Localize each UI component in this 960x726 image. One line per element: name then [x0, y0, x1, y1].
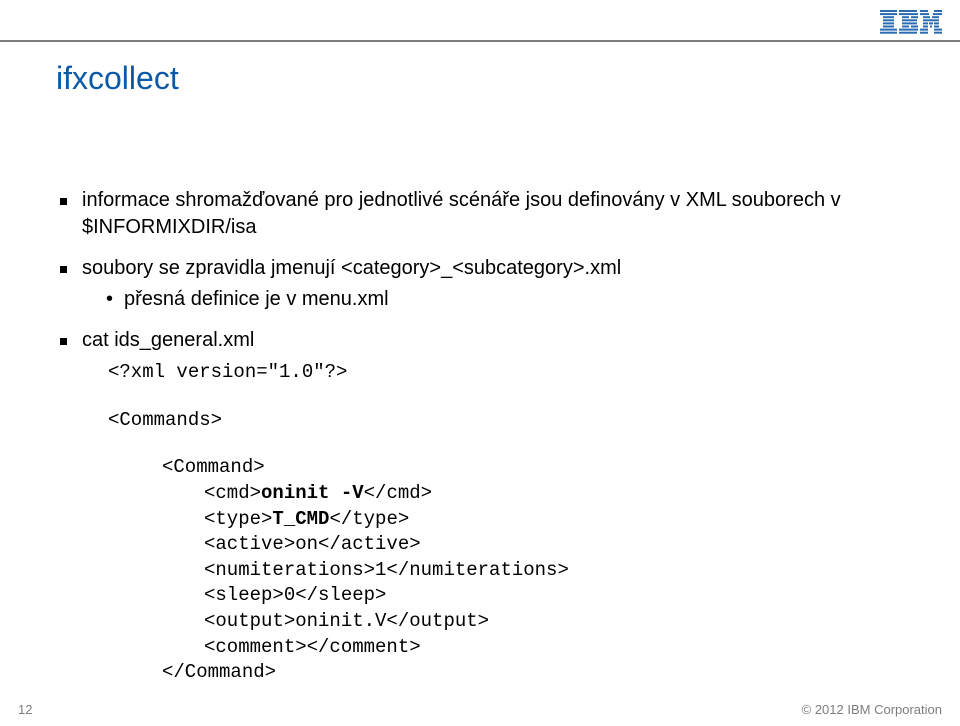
bullet-item: soubory se zpravidla jmenují <category>_… — [60, 255, 904, 313]
bullet-item: informace shromažďované pro jednotlivé s… — [60, 187, 904, 241]
code-line: <cmd>oninit -V</cmd> — [204, 481, 904, 507]
code-line: <Command> — [162, 455, 904, 481]
code-line: </Command> — [162, 660, 904, 686]
bullet-item: cat ids_general.xml <?xml version="1.0"?… — [60, 327, 904, 686]
slide-footer: 12 © 2012 IBM Corporation — [0, 698, 960, 726]
slide-page: ifxcollect informace shromažďované pro j… — [0, 0, 960, 726]
slide-title: ifxcollect — [56, 60, 904, 97]
bullet-text: soubory se zpravidla jmenují <category>_… — [82, 257, 621, 279]
ibm-logo — [880, 10, 942, 34]
bullet-text: cat ids_general.xml — [82, 329, 254, 351]
slide-content: informace shromažďované pro jednotlivé s… — [56, 187, 904, 726]
copyright-text: © 2012 IBM Corporation — [802, 702, 942, 717]
code-line: <comment></comment> — [204, 635, 904, 661]
bullet-text: informace shromažďované pro jednotlivé s… — [82, 189, 841, 238]
header-divider — [0, 40, 960, 42]
code-line: <numiterations>1</numiterations> — [204, 558, 904, 584]
subbullet-item: přesná definice je v menu.xml — [106, 286, 904, 313]
code-line: <Commands> — [108, 408, 904, 434]
code-line: <active>on</active> — [204, 532, 904, 558]
code-line: <type>T_CMD</type> — [204, 507, 904, 533]
code-line: <?xml version="1.0"?> — [108, 360, 904, 386]
code-line: <sleep>0</sleep> — [204, 583, 904, 609]
subbullet-text: přesná definice je v menu.xml — [124, 288, 389, 310]
code-line: <output>oninit.V</output> — [204, 609, 904, 635]
page-number: 12 — [18, 702, 32, 717]
